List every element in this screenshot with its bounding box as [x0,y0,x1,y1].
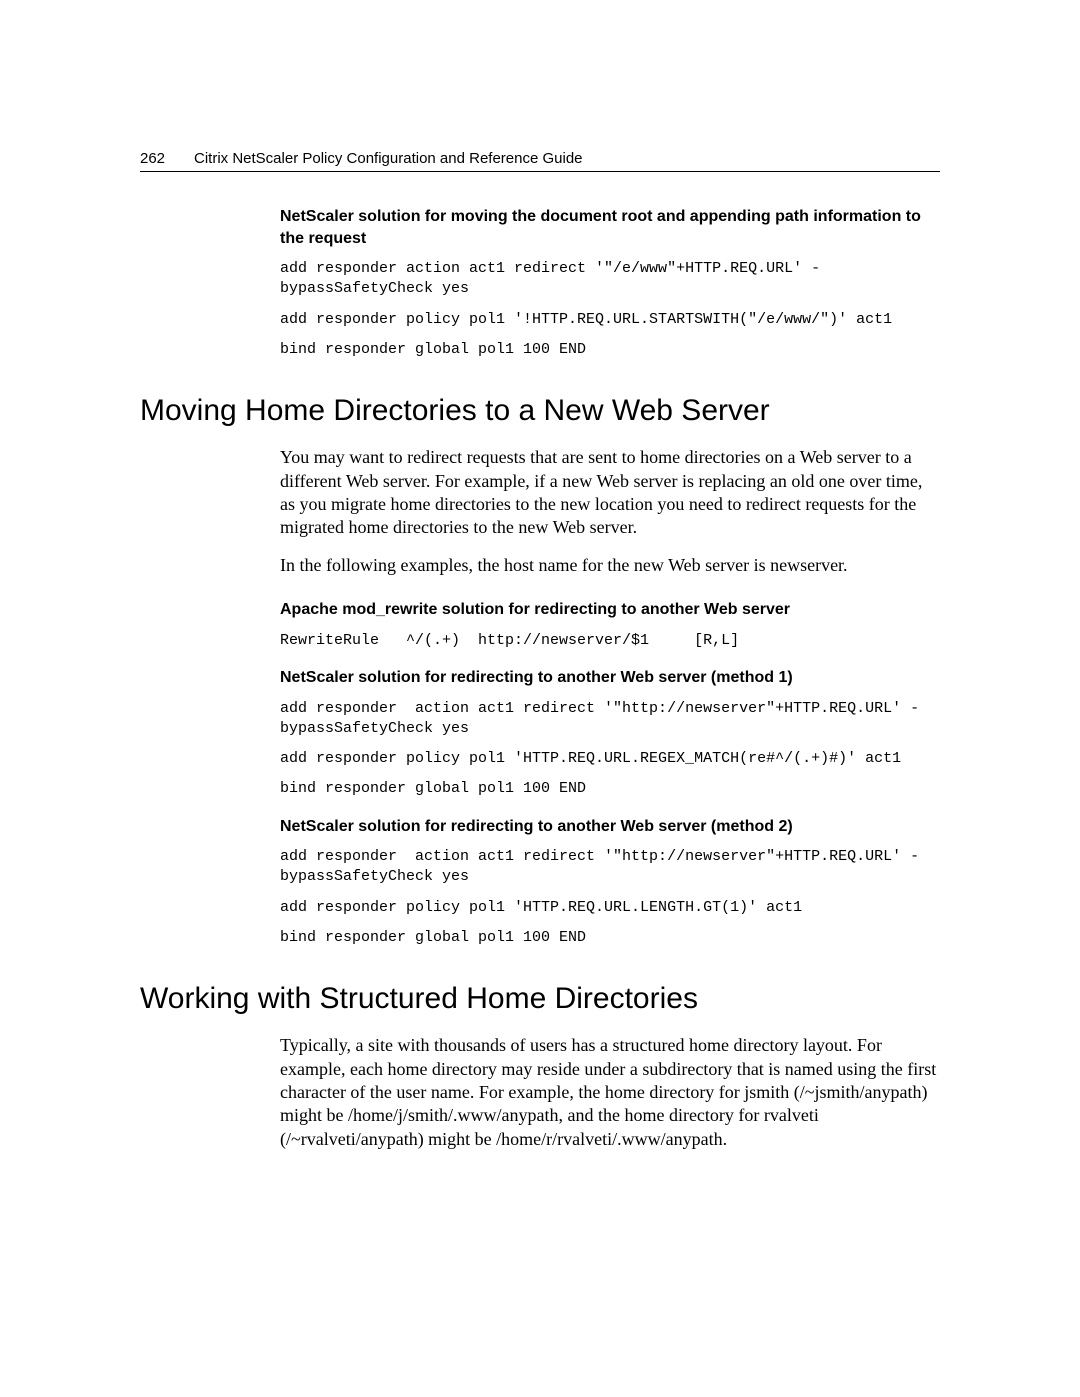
code-block: add responder policy pol1 'HTTP.REQ.URL.… [280,749,940,769]
code-block: add responder policy pol1 'HTTP.REQ.URL.… [280,898,940,918]
body-paragraph: You may want to redirect requests that a… [280,446,940,540]
header-title: Citrix NetScaler Policy Configuration an… [194,150,940,167]
body-paragraph: Typically, a site with thousands of user… [280,1034,940,1151]
subheading-method2: NetScaler solution for redirecting to an… [280,816,940,838]
code-block: add responder action act1 redirect '"/e/… [280,259,940,300]
page-header: 262 Citrix NetScaler Policy Configuratio… [140,150,940,172]
code-block: add responder policy pol1 '!HTTP.REQ.URL… [280,310,940,330]
code-block: add responder action act1 redirect '"htt… [280,699,940,740]
code-block: RewriteRule ^/(.+) http://newserver/$1 [… [280,631,940,651]
block-prev-continued: NetScaler solution for moving the docume… [280,206,940,360]
body-paragraph: In the following examples, the host name… [280,554,940,577]
code-block: bind responder global pol1 100 END [280,779,940,799]
code-block: add responder action act1 redirect '"htt… [280,847,940,888]
section-moving-body: You may want to redirect requests that a… [280,446,940,948]
section-structured-body: Typically, a site with thousands of user… [280,1034,940,1151]
subheading-docroot: NetScaler solution for moving the docume… [280,206,940,249]
page-number: 262 [140,150,194,167]
section-heading-structured: Working with Structured Home Directories [140,982,940,1016]
subheading-apache: Apache mod_rewrite solution for redirect… [280,599,940,621]
code-block: bind responder global pol1 100 END [280,340,940,360]
subheading-method1: NetScaler solution for redirecting to an… [280,667,940,689]
section-heading-moving: Moving Home Directories to a New Web Ser… [140,394,940,428]
page: 262 Citrix NetScaler Policy Configuratio… [0,0,1080,1285]
code-block: bind responder global pol1 100 END [280,928,940,948]
